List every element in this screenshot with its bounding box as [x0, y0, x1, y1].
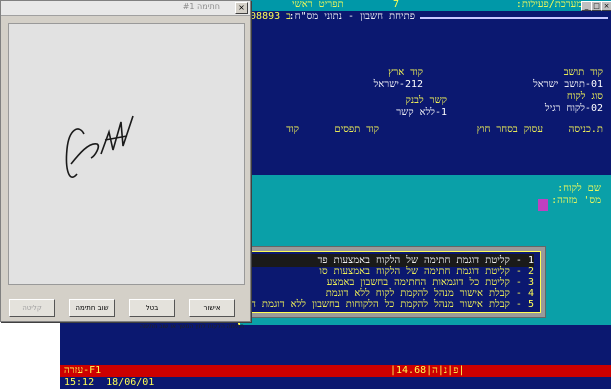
customer-type-value: 02-לקוח רגיל: [544, 103, 603, 114]
status-bar-bottom: 15:12 18/06/01: [60, 377, 611, 389]
signature-canvas[interactable]: [8, 23, 245, 285]
dialog-title: חתימה #1: [182, 2, 220, 11]
time-date: 15:12 18/06/01: [64, 377, 155, 388]
screen-title: פתיחת חשבון - נתוני מס"ח:: [282, 11, 415, 22]
code-label: קוד: [286, 124, 299, 135]
title-rule-right: [420, 17, 608, 19]
confirm-button[interactable]: אישור: [189, 299, 235, 317]
cancel-button[interactable]: בטל: [129, 299, 175, 317]
status-bar-red: עזרה-F1 |14.68|פ|נ|ה|: [60, 365, 611, 377]
customer-name-label: שם לקוח:: [557, 183, 601, 194]
country-code-value: 212-ישראל: [373, 79, 423, 90]
customer-id-label: מס' מזהה:: [551, 195, 601, 206]
version-indicator: |14.68|פ|נ|ה|: [390, 365, 465, 376]
dialog-close-icon[interactable]: ×: [235, 2, 248, 14]
country-code-label: קוד ארץ: [388, 67, 423, 78]
foreign-trade-label: עסוק בסחר חוץ: [476, 124, 543, 135]
help-key[interactable]: עזרה-F1: [64, 365, 101, 377]
activity-code-value: 7: [393, 0, 400, 10]
close-icon[interactable]: ×: [601, 1, 611, 11]
menu-item-5[interactable]: 5 - קבלת אישור מנהל להקמת כל הלקוחות בחש…: [204, 298, 534, 311]
dialog-button-row: קליטה שוב חתימה בטל אישור: [5, 299, 245, 319]
signature-dialog: חתימה #1 × קליטה שוב חתימה בטל אישור חתי…: [0, 0, 251, 330]
dialog-hint: חתימה הלקוח לחץ המשך או שוב חתימה: [139, 323, 244, 330]
customer-type-label: סוג לקוח: [566, 91, 603, 102]
bank-link-label: קשר לבנק: [405, 95, 447, 106]
resident-code-value: 01-תושב ישראל: [533, 79, 603, 90]
signature-drawing: [65, 115, 134, 178]
entry-date-label: ת.כניסה: [568, 124, 603, 135]
forms-code-label: קוד תפסים: [334, 124, 379, 135]
main-menu-title: תפריט ראשי: [292, 0, 344, 10]
resident-code-label: קוד תושב: [563, 67, 603, 78]
capture-button[interactable]: קליטה: [9, 299, 55, 317]
dialog-title-bar[interactable]: חתימה #1 ×: [1, 1, 250, 16]
cursor-block: [538, 199, 548, 211]
retry-signature-button[interactable]: שוב חתימה: [69, 299, 115, 317]
bank-link-value: 1-ללא קשר: [396, 107, 447, 118]
